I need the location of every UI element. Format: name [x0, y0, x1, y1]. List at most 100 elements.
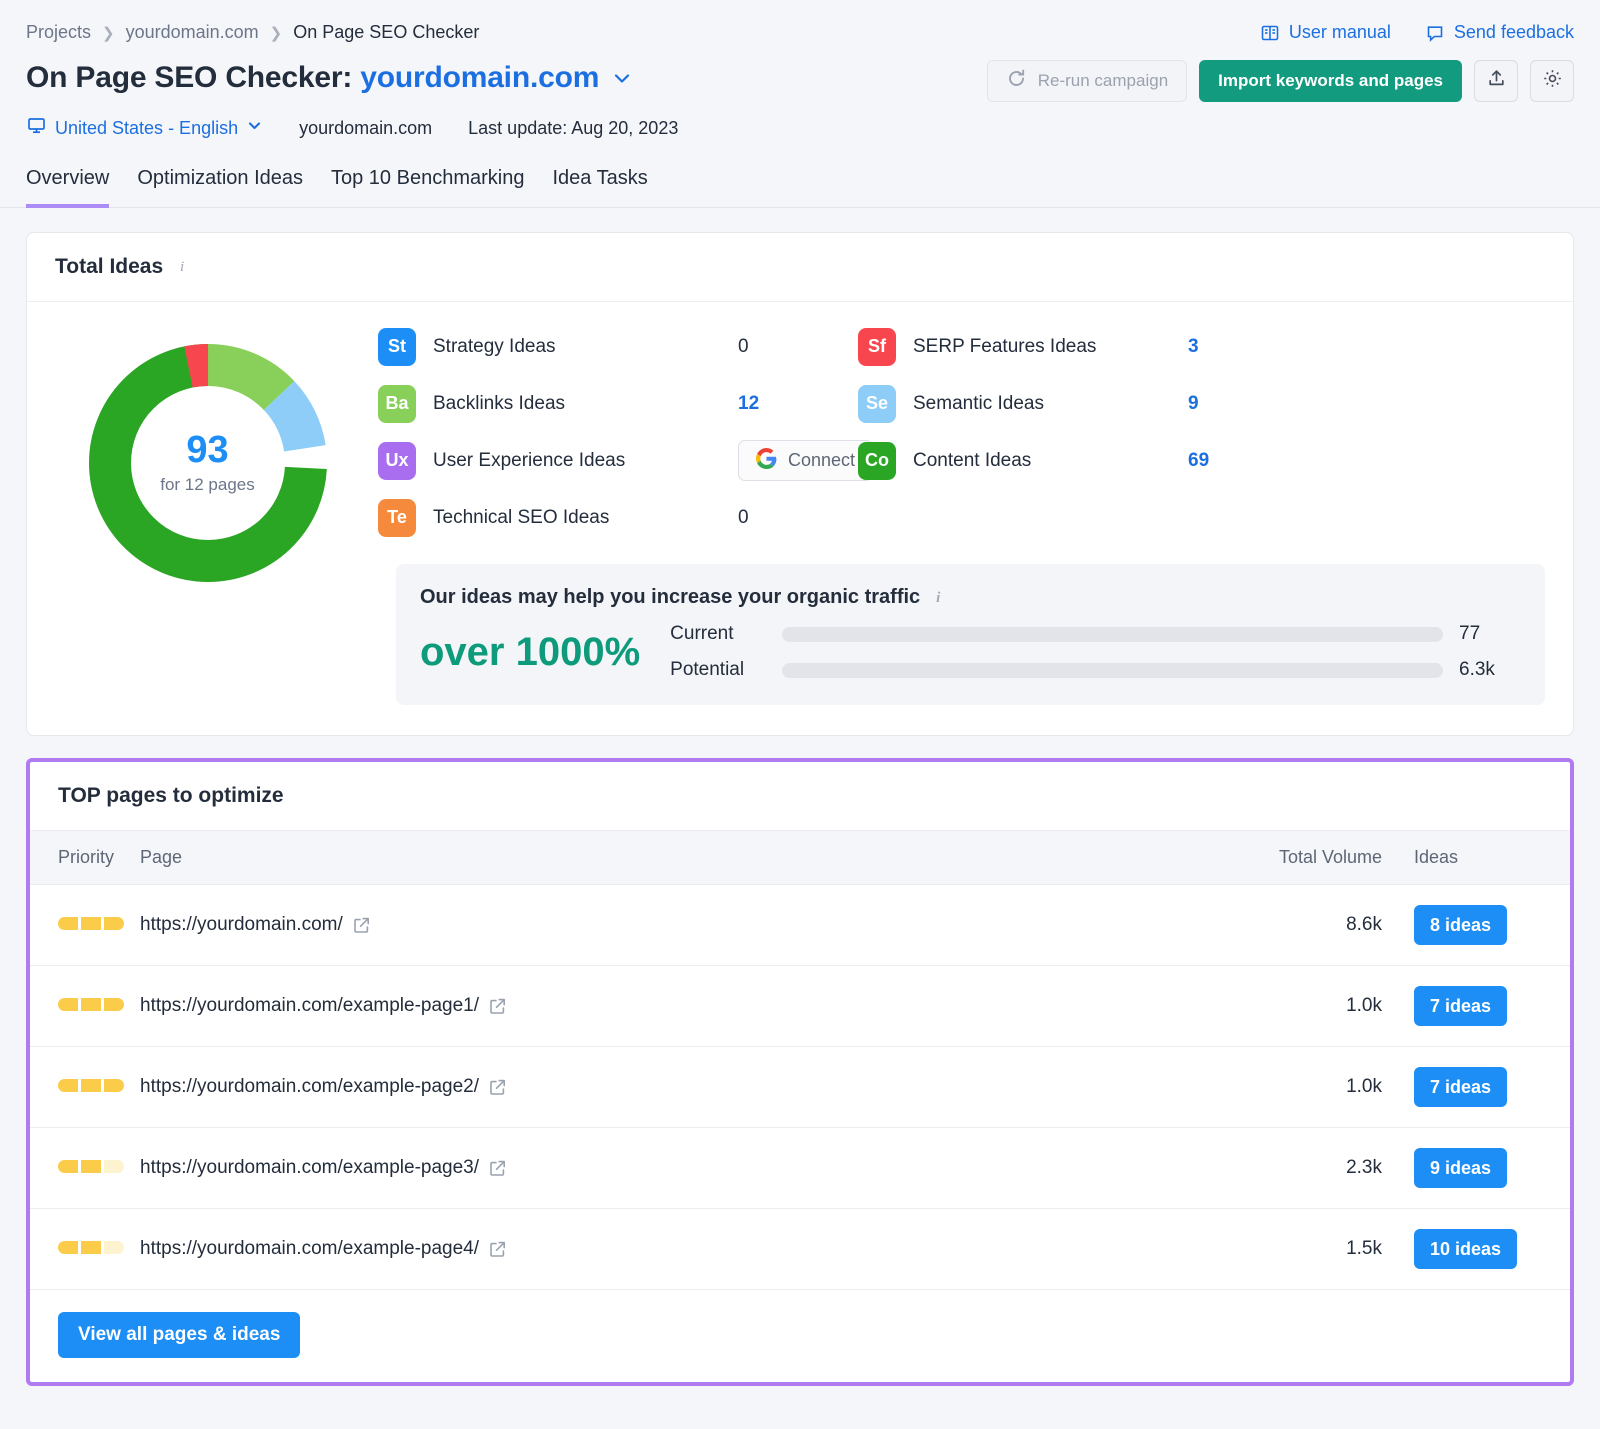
google-icon — [756, 447, 777, 474]
idea-label-semantic: Semantic Ideas — [913, 392, 1044, 414]
priority-indicator — [58, 1160, 124, 1173]
ideas-count-button[interactable]: 8 ideas — [1414, 905, 1508, 945]
idea-label-technical-seo: Technical SEO Ideas — [433, 506, 610, 528]
cell-total-volume: 2.3k — [1240, 1127, 1400, 1209]
idea-item-backlinks[interactable]: Ba Backlinks Ideas — [378, 375, 738, 432]
idea-value-serp-features-cell: 3 — [1188, 318, 1308, 375]
priority-segment — [81, 998, 101, 1011]
current-traffic-value: 77 — [1459, 623, 1481, 644]
tab-idea-tasks[interactable]: Idea Tasks — [552, 167, 647, 208]
info-icon[interactable]: i — [930, 590, 946, 606]
idea-item-content[interactable]: Co Content Ideas — [858, 432, 1188, 489]
cell-ideas: 10 ideas — [1400, 1208, 1570, 1290]
tab-overview[interactable]: Overview — [26, 167, 110, 208]
send-feedback-link[interactable]: Send feedback — [1425, 22, 1574, 43]
idea-item-semantic[interactable]: Se Semantic Ideas — [858, 375, 1188, 432]
settings-button[interactable] — [1530, 60, 1574, 102]
tab-optimization-ideas[interactable]: Optimization Ideas — [137, 167, 303, 208]
external-link-icon[interactable] — [488, 1078, 507, 1097]
table-row[interactable]: https://yourdomain.com/8.6k 8 ideas — [30, 884, 1570, 966]
locale-label: United States - English — [55, 117, 239, 138]
idea-item-user-experience[interactable]: Ux User Experience Ideas — [378, 432, 738, 489]
page-url-text: https://yourdomain.com/ — [140, 914, 343, 935]
table-row[interactable]: https://yourdomain.com/example-page2/1.0… — [30, 1046, 1570, 1128]
column-header-priority: Priority — [30, 831, 140, 885]
idea-value-serp-features[interactable]: 3 — [1188, 336, 1199, 358]
cell-total-volume: 1.0k — [1240, 965, 1400, 1047]
total-ideas-card: Total Ideas i 93 for 12 pages St Strateg… — [26, 232, 1574, 736]
google-connect-label: Connect — [788, 450, 856, 470]
potential-traffic-row: Potential 6.3k — [670, 659, 1517, 681]
organic-traffic-percent: over 1000% — [420, 629, 641, 674]
page-title-domain[interactable]: yourdomain.com — [360, 61, 599, 94]
idea-item-strategy[interactable]: St Strategy Ideas — [378, 318, 738, 375]
ideas-count-button[interactable]: 10 ideas — [1414, 1229, 1518, 1269]
speech-bubble-icon — [1425, 23, 1445, 43]
rerun-campaign-button[interactable]: Re-run campaign — [986, 60, 1188, 102]
breadcrumb-item-current: On Page SEO Checker — [293, 22, 480, 42]
top-pages-card: TOP pages to optimize Priority Page Tota… — [26, 758, 1574, 1386]
idea-value-content[interactable]: 69 — [1188, 450, 1209, 472]
idea-value-semantic[interactable]: 9 — [1188, 393, 1199, 415]
idea-item-technical-seo[interactable]: Te Technical SEO Ideas — [378, 489, 738, 546]
info-icon[interactable]: i — [174, 259, 190, 275]
google-connect-button[interactable]: Connect — [738, 440, 874, 481]
page-url-text: https://yourdomain.com/example-page2/ — [140, 1076, 480, 1097]
monitor-icon — [26, 115, 47, 141]
external-link-icon[interactable] — [488, 997, 507, 1016]
header-helper-links: User manual Send feedback — [1260, 22, 1574, 43]
priority-segment — [81, 917, 101, 930]
table-row[interactable]: https://yourdomain.com/example-page3/2.3… — [30, 1127, 1570, 1209]
column-header-page: Page — [140, 831, 1240, 885]
organic-traffic-body: over 1000% Current 77 Potential 6.3k — [420, 623, 1517, 681]
ideas-count-button[interactable]: 7 ideas — [1414, 986, 1508, 1026]
idea-value-backlinks[interactable]: 12 — [738, 393, 759, 415]
refresh-icon — [1006, 68, 1027, 94]
page-header: Projects ❯ yourdomain.com ❯ On Page SEO … — [0, 0, 1600, 141]
user-manual-link[interactable]: User manual — [1260, 22, 1391, 43]
send-feedback-label: Send feedback — [1453, 22, 1574, 42]
breadcrumb-separator-icon: ❯ — [102, 24, 115, 42]
top-pages-header: TOP pages to optimize — [30, 762, 1570, 831]
external-link-icon[interactable] — [488, 1240, 507, 1259]
table-row[interactable]: https://yourdomain.com/example-page1/1.0… — [30, 965, 1570, 1047]
cell-priority — [30, 1046, 140, 1128]
page-url-cell: https://yourdomain.com/ — [140, 914, 1240, 936]
chevron-down-icon[interactable] — [611, 67, 633, 89]
potential-traffic-track — [782, 662, 1443, 678]
breadcrumb-item-domain[interactable]: yourdomain.com — [126, 22, 259, 43]
idea-value-technical-seo: 0 — [738, 506, 749, 528]
page-url-text: https://yourdomain.com/example-page3/ — [140, 1157, 480, 1178]
idea-item-serp-features[interactable]: Sf SERP Features Ideas — [858, 318, 1188, 375]
total-ideas-donut-wrapper: 93 for 12 pages — [55, 318, 360, 705]
locale-selector[interactable]: United States - English — [26, 115, 263, 141]
cell-total-volume: 8.6k — [1240, 884, 1400, 966]
idea-value-semantic-cell: 9 — [1188, 375, 1308, 432]
breadcrumb-item-projects[interactable]: Projects — [26, 22, 91, 43]
ideas-count-button[interactable]: 9 ideas — [1414, 1148, 1508, 1188]
idea-value-technical-seo-cell: 0 — [738, 489, 858, 546]
table-row[interactable]: https://yourdomain.com/example-page4/1.5… — [30, 1208, 1570, 1290]
tab-top-10-benchmarking[interactable]: Top 10 Benchmarking — [331, 167, 524, 208]
priority-segment — [104, 1241, 124, 1254]
ideas-count-button[interactable]: 7 ideas — [1414, 1067, 1508, 1107]
priority-indicator — [58, 998, 124, 1011]
cell-ideas: 9 ideas — [1400, 1127, 1570, 1209]
import-keywords-button[interactable]: Import keywords and pages — [1199, 60, 1462, 102]
page-title-prefix: On Page SEO Checker: — [26, 61, 353, 94]
export-button[interactable] — [1474, 60, 1518, 102]
idea-label-serp-features: SERP Features Ideas — [913, 335, 1097, 357]
top-pages-table-head: Priority Page Total Volume Ideas — [30, 831, 1570, 885]
external-link-icon[interactable] — [488, 1159, 507, 1178]
external-link-icon[interactable] — [352, 916, 371, 935]
user-experience-badge-icon: Ux — [378, 441, 416, 480]
view-all-pages-button[interactable]: View all pages & ideas — [58, 1312, 301, 1358]
idea-label-user-experience: User Experience Ideas — [433, 449, 626, 471]
total-ideas-title: Total Ideas — [55, 255, 164, 278]
table-header-row: Priority Page Total Volume Ideas — [30, 831, 1570, 885]
idea-grid-spacer — [1188, 489, 1308, 546]
priority-indicator — [58, 1079, 124, 1092]
cell-page: https://yourdomain.com/ — [140, 884, 1240, 966]
cell-page: https://yourdomain.com/example-page4/ — [140, 1208, 1240, 1290]
priority-segment — [81, 1241, 101, 1254]
